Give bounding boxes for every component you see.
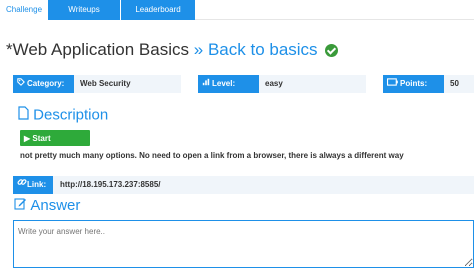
link-label-box: Link:	[13, 176, 53, 194]
points-label: Points:	[400, 79, 428, 89]
tab-challenge[interactable]: Challenge	[0, 0, 49, 20]
tab-bar-filler	[195, 0, 474, 20]
category-value: Web Security	[74, 75, 181, 93]
category-label-box: Category:	[13, 75, 74, 93]
category-label: Category:	[27, 79, 65, 89]
play-icon: ▶	[24, 134, 31, 143]
check-circle-icon	[325, 44, 339, 57]
challenge-link[interactable]: http://18.195.173.237:8585/	[53, 176, 474, 194]
edit-icon	[14, 197, 27, 215]
tab-bar: Challenge Writeups Leaderboard	[0, 0, 474, 20]
tab-writeups[interactable]: Writeups	[48, 0, 120, 20]
tag-icon	[17, 75, 25, 93]
link-icon	[17, 176, 27, 194]
points-value: 50	[444, 75, 474, 93]
answer-heading-text: Answer	[30, 197, 81, 214]
level-value: easy	[259, 75, 366, 93]
category-row: Category: Web Security	[13, 75, 181, 93]
points-label-box: Points:	[383, 75, 444, 93]
tab-leaderboard[interactable]: Leaderboard	[121, 0, 195, 20]
start-challenge-button[interactable]: ▶ Start Challenge	[20, 130, 90, 159]
tab-bar-divider	[195, 19, 474, 20]
title-separator: »	[193, 40, 204, 59]
description-heading: Description	[18, 106, 108, 125]
battery-icon	[387, 75, 398, 93]
answer-input[interactable]	[13, 220, 474, 268]
page-title: *Web Application Basics » Back to basics	[6, 38, 339, 62]
answer-heading: Answer	[14, 197, 80, 215]
description-text: not pretty much many options. No need to…	[20, 151, 404, 160]
points-row: Points: 50	[383, 75, 474, 93]
description-heading-text: Description	[33, 106, 109, 124]
back-to-basics-link[interactable]: Back to basics	[208, 40, 318, 59]
level-label: Level:	[212, 79, 236, 89]
challenge-name: *Web Application Basics	[6, 40, 190, 59]
link-label: Link:	[27, 180, 47, 190]
level-label-box: Level:	[198, 75, 259, 93]
level-row: Level: easy	[198, 75, 366, 93]
bar-chart-icon	[202, 75, 210, 93]
document-icon	[18, 106, 29, 125]
